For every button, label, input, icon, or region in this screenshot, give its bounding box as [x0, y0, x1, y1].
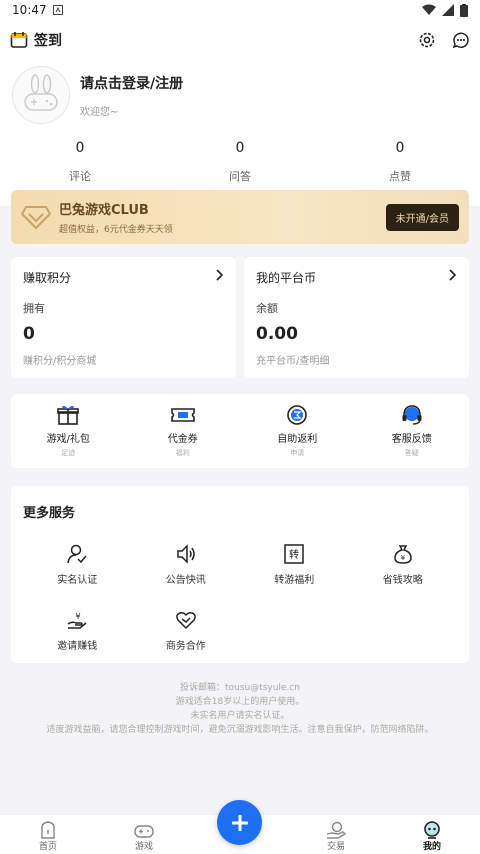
service-business[interactable]: 商务合作 [132, 609, 241, 675]
checkin-button[interactable]: 签到 [10, 30, 62, 50]
mine-robot-icon [424, 821, 440, 839]
vip-open-button[interactable]: 未开通/会员 [385, 203, 459, 231]
stat-label: 点赞 [389, 170, 411, 183]
tab-label: 首页 [38, 842, 57, 852]
points-title: 赚取积分 [23, 271, 72, 285]
vip-subtitle: 超值权益，6元代金券天天领 [59, 225, 173, 235]
stat-label: 评论 [69, 170, 91, 183]
chevron-right-icon [449, 269, 457, 281]
money-bag-icon: ¥ [393, 545, 412, 564]
age-notice: 游戏适合18岁以上的用户使用。 [175, 697, 305, 707]
headset-icon [402, 405, 422, 425]
chevron-right-icon [216, 269, 224, 281]
checkin-label: 签到 [34, 33, 62, 49]
wifi-icon [422, 4, 436, 15]
tab-trade[interactable]: 交易 [288, 815, 384, 854]
gift-icon [57, 405, 80, 425]
stat-value: 0 [75, 140, 85, 156]
service-label: 公告快讯 [165, 575, 206, 586]
user-verify-icon [67, 544, 87, 564]
footer-notice: 投诉邮箱：tousu@tsyule.cn 游戏适合18岁以上的用户使用。 未实名… [0, 681, 480, 737]
stat-label: 问答 [229, 170, 251, 183]
service-label: 邀请赚钱 [57, 641, 98, 652]
quick-label: 代金券 [167, 434, 198, 445]
tab-games[interactable]: 游戏 [96, 815, 192, 854]
quick-sub: 答疑 [404, 449, 419, 457]
quick-games-gifts[interactable]: 游戏/礼包 足迹 [11, 404, 126, 468]
realname-notice: 未实名用户请实名认证。 [190, 711, 290, 721]
service-transfer-benefits[interactable]: 转 转游福利 [240, 543, 349, 609]
tab-label: 游戏 [134, 842, 153, 852]
service-invite-earn[interactable]: ¥ 邀请赚钱 [23, 609, 132, 675]
more-services-card: 更多服务 实名认证 公告快讯 转 转游福利 ¥ 省钱攻略 ¥ 邀请赚钱 商务合作 [11, 486, 469, 663]
diamond-icon [21, 206, 51, 230]
tab-mine[interactable]: 我的 [384, 815, 480, 854]
signal-icon [442, 4, 454, 16]
add-fab-button[interactable] [217, 800, 262, 845]
notification-icon [52, 5, 63, 15]
plus-icon [231, 814, 248, 831]
svg-text:转: 转 [289, 548, 299, 561]
quick-sub: 足迹 [61, 449, 76, 457]
handshake-heart-icon [175, 612, 196, 630]
points-mall-link[interactable]: 赚积分/积分商城 [23, 352, 224, 367]
avatar[interactable] [12, 66, 70, 124]
transfer-icon: 转 [284, 544, 304, 564]
quick-sub: 申请 [290, 449, 305, 457]
quick-actions: 游戏/礼包 足迹 代金券 福利 自助返利 申请 客服反馈 答疑 [11, 394, 469, 468]
more-services-title: 更多服务 [23, 506, 76, 521]
stat-value: 0 [395, 140, 405, 156]
points-card[interactable]: 赚取积分 拥有 0 赚积分/积分商城 [11, 257, 236, 378]
profile-section[interactable]: 请点击登录/注册 欢迎您~ [0, 60, 480, 130]
svg-text:¥: ¥ [76, 612, 81, 621]
coins-recharge-link[interactable]: 充平台币/查明细 [256, 352, 457, 367]
vip-title: 巴兔游戏CLUB [59, 203, 149, 218]
service-label: 转游福利 [274, 575, 315, 586]
voucher-ticket-icon [170, 408, 195, 422]
service-realname[interactable]: 实名认证 [23, 543, 132, 609]
points-own-label: 拥有 [23, 302, 45, 315]
tab-label: 我的 [422, 842, 441, 852]
settings-gear-icon[interactable] [418, 31, 436, 49]
service-announcements[interactable]: 公告快讯 [132, 543, 241, 609]
quick-label: 游戏/礼包 [46, 434, 90, 445]
status-bar: 10:47 [0, 0, 480, 20]
message-icon[interactable] [452, 31, 470, 49]
login-register-link[interactable]: 请点击登录/注册 [80, 73, 183, 93]
calendar-icon [10, 32, 28, 48]
service-label: 商务合作 [165, 641, 206, 652]
coins-value: 0.00 [256, 324, 298, 344]
svg-text:¥: ¥ [401, 554, 406, 562]
trade-coin-hand-icon [326, 821, 346, 839]
battery-icon [460, 3, 468, 17]
quick-label: 自助返利 [277, 434, 318, 445]
welcome-text: 欢迎您~ [80, 106, 119, 118]
gamepad-icon [134, 825, 154, 838]
quick-vouchers[interactable]: 代金券 福利 [126, 404, 241, 468]
rebate-icon [287, 405, 308, 425]
service-savings-guide[interactable]: ¥ 省钱攻略 [349, 543, 458, 609]
speaker-icon [177, 544, 195, 564]
status-time: 10:47 [12, 3, 47, 17]
quick-rebate[interactable]: 自助返利 申请 [240, 404, 355, 468]
home-icon [41, 821, 55, 839]
coins-own-label: 余额 [256, 302, 278, 315]
rabbit-gamepad-icon [24, 74, 58, 111]
service-label: 省钱攻略 [382, 575, 423, 586]
stat-value: 0 [235, 140, 245, 156]
tab-label: 交易 [326, 842, 345, 852]
points-value: 0 [23, 324, 35, 344]
vip-club-banner[interactable]: 巴兔游戏CLUB 超值权益，6元代金券天天领 未开通/会员 [11, 190, 469, 244]
coins-title: 我的平台币 [256, 271, 317, 285]
health-notice: 适度游戏益脑，请您合理控制游戏时间，避免沉溺游戏影响生活。注意自我保护，防范网络… [46, 725, 434, 735]
quick-sub: 福利 [175, 449, 190, 457]
service-label: 实名认证 [57, 575, 98, 586]
complaint-email: 投诉邮箱：tousu@tsyule.cn [180, 683, 300, 693]
quick-label: 客服反馈 [391, 434, 432, 445]
quick-support[interactable]: 客服反馈 答疑 [355, 404, 470, 468]
tab-home[interactable]: 首页 [0, 815, 96, 854]
platform-coin-card[interactable]: 我的平台币 余额 0.00 充平台币/查明细 [244, 257, 469, 378]
hand-coin-icon: ¥ [67, 612, 87, 629]
top-bar: 签到 [0, 20, 480, 60]
